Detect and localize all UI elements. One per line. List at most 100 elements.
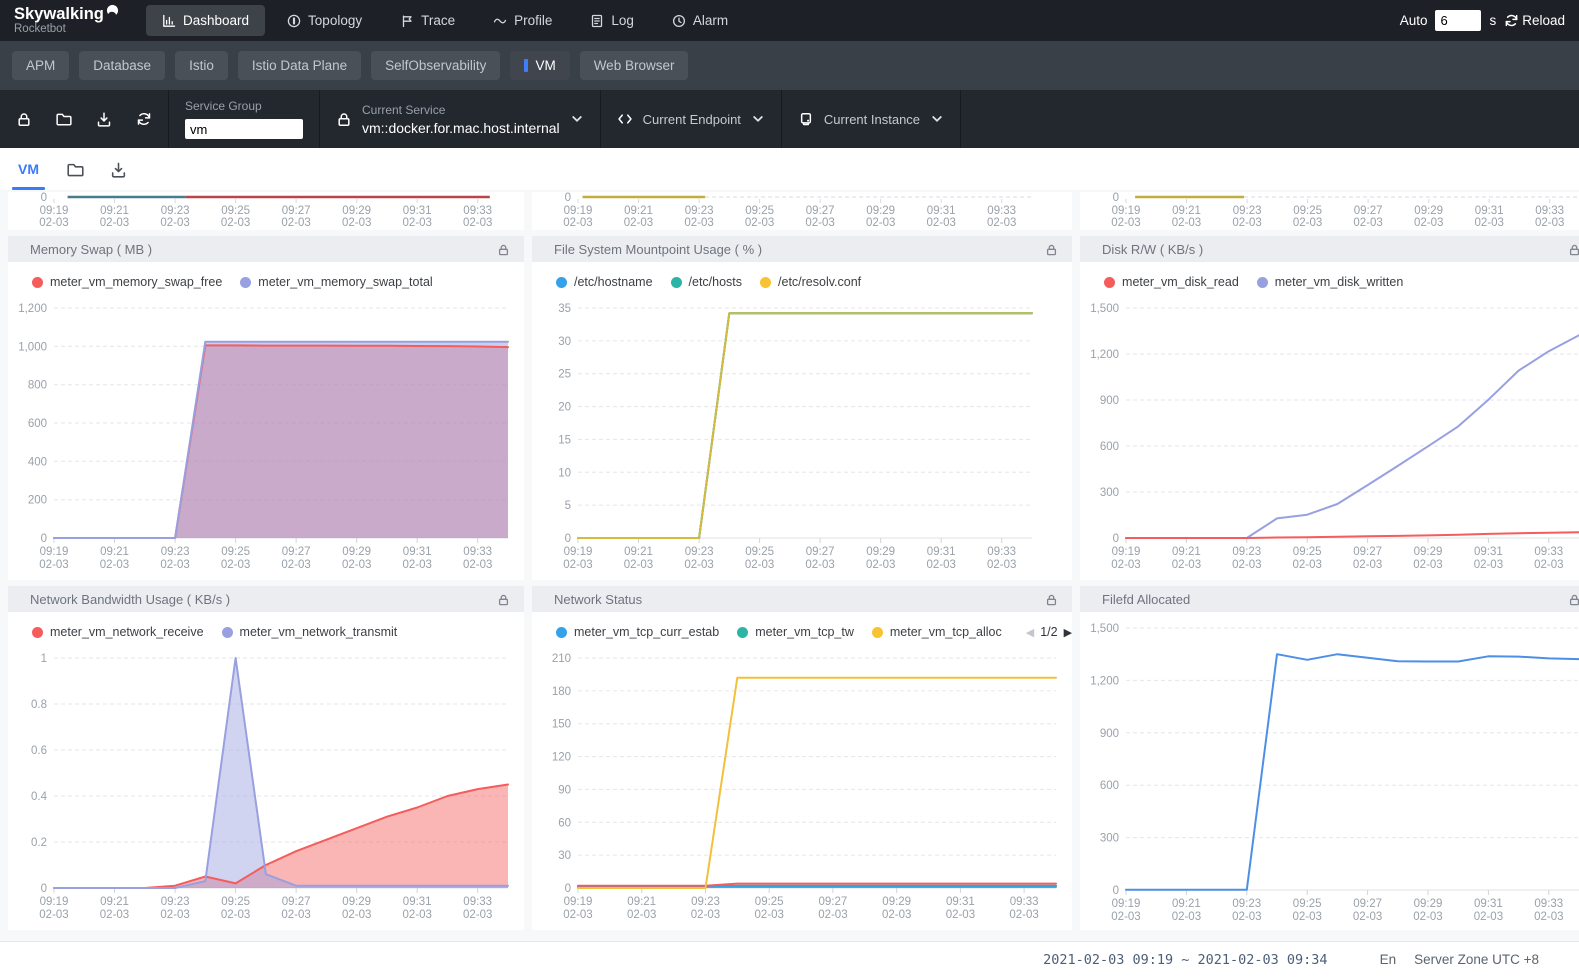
chart-container[interactable]: 00.20.40.60.8109:1902-0309:2102-0309:230… <box>8 644 524 933</box>
chart-network-bandwidth-usage-kb-s[interactable]: 00.20.40.60.8109:1902-0309:2102-0309:230… <box>8 644 524 928</box>
svg-text:09:21: 09:21 <box>624 546 653 558</box>
legend-item-meter-vm-memory-swap-total[interactable]: meter_vm_memory_swap_total <box>240 275 432 289</box>
current-service-selector[interactable]: Current Service vm::docker.for.mac.host.… <box>319 90 600 148</box>
nav-item-dashboard[interactable]: Dashboard <box>146 5 265 36</box>
svg-text:1,200: 1,200 <box>1090 349 1119 361</box>
svg-text:09:31: 09:31 <box>403 546 432 558</box>
svg-text:02-03: 02-03 <box>1172 217 1201 229</box>
svg-text:09:27: 09:27 <box>1354 205 1383 217</box>
svg-text:02-03: 02-03 <box>1413 911 1442 923</box>
legend-item-meter-vm-network-transmit[interactable]: meter_vm_network_transmit <box>222 625 398 639</box>
chart-container[interactable]: 03006009001,2001,50009:1902-0309:2102-03… <box>1080 294 1579 583</box>
svg-text:09:23: 09:23 <box>685 205 714 217</box>
svg-text:0: 0 <box>41 533 47 545</box>
lock-icon[interactable] <box>1568 243 1579 256</box>
panel-header: Memory Swap ( MB ) <box>8 236 524 262</box>
legend-item-meter-vm-memory-swap-free[interactable]: meter_vm_memory_swap_free <box>32 275 222 289</box>
svg-text:02-03: 02-03 <box>39 909 68 921</box>
svg-text:02-03: 02-03 <box>805 559 834 571</box>
svg-text:09:25: 09:25 <box>221 896 250 908</box>
svg-text:5: 5 <box>565 500 571 512</box>
svg-text:0: 0 <box>1113 192 1119 204</box>
chart-memory-swap-mb[interactable]: 02004006008001,0001,20009:1902-0309:2102… <box>8 294 524 578</box>
service-group-input[interactable] <box>185 119 303 139</box>
legend-prev-icon[interactable]: ◀ <box>1026 626 1034 639</box>
svg-text:0: 0 <box>565 192 571 204</box>
legend-item-meter-vm-tcp-curr-estab[interactable]: meter_vm_tcp_curr_estab <box>556 625 719 639</box>
chart-container[interactable]: 0510152025303509:1902-0309:2102-0309:230… <box>532 294 1072 583</box>
svg-text:09:29: 09:29 <box>866 546 895 558</box>
chart-file-system-mountpoint-usage[interactable]: 0510152025303509:1902-0309:2102-0309:230… <box>532 294 1048 578</box>
nav-item-alarm[interactable]: Alarm <box>656 5 744 36</box>
nav-item-topology[interactable]: Topology <box>271 5 378 36</box>
nav-item-trace[interactable]: Trace <box>384 5 471 36</box>
dashboard-tab-istio[interactable]: Istio <box>175 51 228 80</box>
nav-item-profile[interactable]: Profile <box>477 5 568 36</box>
chart-container[interactable]: 030609012015018021009:1902-0309:2102-030… <box>532 644 1072 933</box>
chart-container[interactable]: 03006009001,2001,50009:1902-0309:2102-03… <box>1080 614 1579 935</box>
lock-button[interactable] <box>4 111 44 127</box>
chart-filefd-allocated[interactable]: 03006009001,2001,50009:1902-0309:2102-03… <box>1080 614 1579 930</box>
nav-item-log[interactable]: Log <box>574 5 650 36</box>
svg-text:09:27: 09:27 <box>819 896 848 908</box>
lock-icon[interactable] <box>1045 243 1058 256</box>
legend-item-meter-vm-network-receive[interactable]: meter_vm_network_receive <box>32 625 204 639</box>
svg-text:09:27: 09:27 <box>282 205 311 217</box>
svg-text:02-03: 02-03 <box>1232 217 1261 229</box>
partial-chart[interactable]: 009:1902-0309:2102-0309:2302-0309:2502-0… <box>532 192 1048 230</box>
legend-item-meter-vm-disk-read[interactable]: meter_vm_disk_read <box>1104 275 1239 289</box>
legend-item-etc-hosts[interactable]: /etc/hosts <box>671 275 743 289</box>
view-tab-vm[interactable]: VM <box>16 148 41 190</box>
reload-button[interactable]: Reload <box>1504 13 1565 28</box>
legend-item-meter-vm-disk-written[interactable]: meter_vm_disk_written <box>1257 275 1404 289</box>
view-export-button[interactable] <box>110 161 127 178</box>
app-logo[interactable]: Skywalking Rocketbot <box>14 6 146 36</box>
dashboard-tab-apm[interactable]: APM <box>12 51 69 80</box>
legend-item-etc-resolv-conf[interactable]: /etc/resolv.conf <box>760 275 861 289</box>
profile-icon <box>493 14 507 28</box>
chart-disk-r-w-kb-s[interactable]: 03006009001,2001,50009:1902-0309:2102-03… <box>1080 294 1579 578</box>
dashboard-tab-selfobservability[interactable]: SelfObservability <box>371 51 500 80</box>
dashboard-tab-vm[interactable]: VM <box>510 51 569 80</box>
svg-text:0: 0 <box>565 533 571 545</box>
chart-network-status[interactable]: 030609012015018021009:1902-0309:2102-030… <box>532 644 1072 928</box>
server-zone[interactable]: Server Zone UTC +8 <box>1414 952 1539 967</box>
svg-text:02-03: 02-03 <box>987 217 1016 229</box>
current-endpoint-selector[interactable]: Current Endpoint <box>600 90 781 148</box>
svg-text:09:25: 09:25 <box>755 896 784 908</box>
legend-item-etc-hostname[interactable]: /etc/hostname <box>556 275 653 289</box>
legend-label: meter_vm_memory_swap_total <box>258 275 432 289</box>
partial-chart[interactable]: 009:1902-0309:2102-0309:2302-0309:2502-0… <box>1080 192 1579 230</box>
folder-button[interactable] <box>44 111 84 127</box>
logo-subtitle: Rocketbot <box>14 24 146 36</box>
dashboard-tab-istio-data-plane[interactable]: Istio Data Plane <box>238 51 361 80</box>
lock-icon[interactable] <box>497 243 510 256</box>
view-folder-button[interactable] <box>67 161 84 178</box>
auto-interval-input[interactable] <box>1435 10 1481 31</box>
partial-chart[interactable]: 009:1902-0309:2102-0309:2302-0309:2502-0… <box>8 192 524 230</box>
svg-text:02-03: 02-03 <box>1111 911 1140 923</box>
legend-item-meter-vm-tcp-tw[interactable]: meter_vm_tcp_tw <box>737 625 854 639</box>
current-instance-selector[interactable]: Current Instance <box>781 90 961 148</box>
legend-item-meter-vm-tcp-alloc[interactable]: meter_vm_tcp_alloc <box>872 625 1002 639</box>
lock-icon[interactable] <box>1568 593 1579 606</box>
dashboard-tab-web-browser[interactable]: Web Browser <box>580 51 689 80</box>
lock-icon[interactable] <box>497 593 510 606</box>
dashboard-tab-label: Database <box>93 58 151 73</box>
svg-text:02-03: 02-03 <box>160 559 189 571</box>
svg-text:09:21: 09:21 <box>624 205 653 217</box>
instance-icon <box>798 111 814 127</box>
svg-text:09:25: 09:25 <box>745 205 774 217</box>
svg-text:09:33: 09:33 <box>1010 896 1039 908</box>
svg-text:09:27: 09:27 <box>806 546 835 558</box>
export-button[interactable] <box>84 111 124 127</box>
refresh-button[interactable] <box>124 111 164 127</box>
view-tab-bar: VM <box>0 148 1579 190</box>
language-selector[interactable]: En <box>1380 952 1397 967</box>
panel-header: Filefd Allocated <box>1080 586 1579 612</box>
legend-next-icon[interactable]: ▶ <box>1064 626 1072 639</box>
lock-icon[interactable] <box>1045 593 1058 606</box>
time-range[interactable]: 2021-02-03 09:19 ~ 2021-02-03 09:34 <box>1043 952 1327 968</box>
dashboard-tab-database[interactable]: Database <box>79 51 165 80</box>
chart-container[interactable]: 02004006008001,0001,20009:1902-0309:2102… <box>8 294 524 583</box>
